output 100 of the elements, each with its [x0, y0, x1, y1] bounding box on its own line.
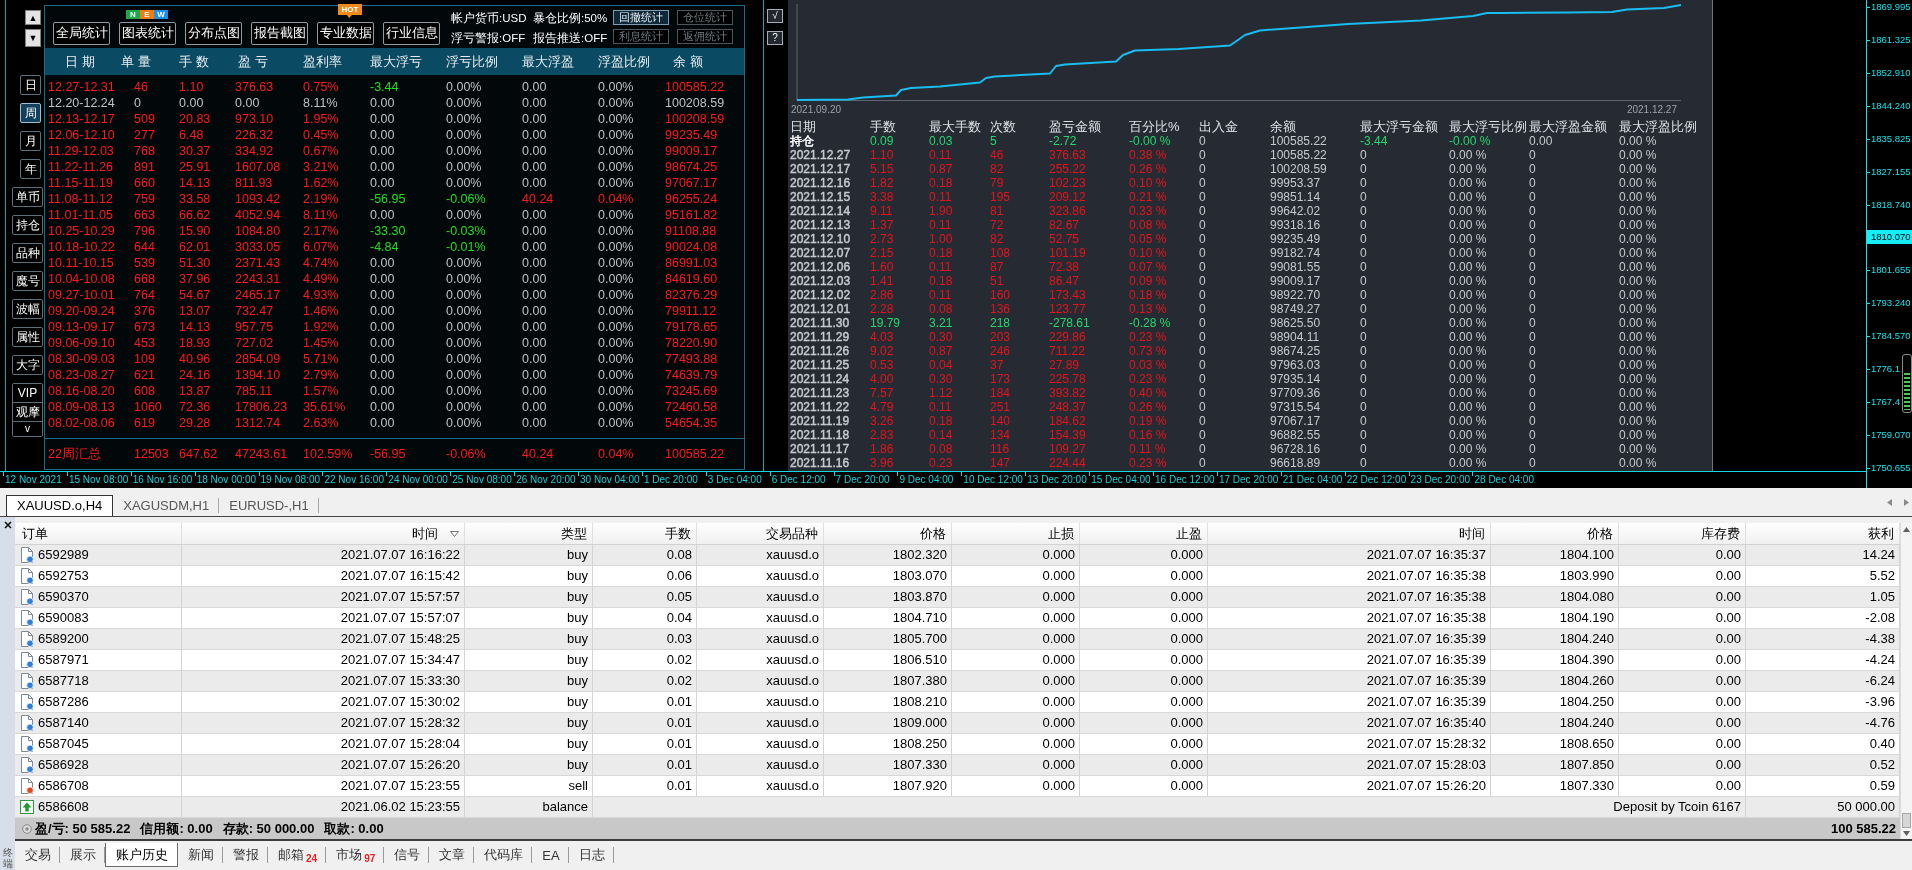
table-cell-text: 0: [1360, 358, 1368, 372]
tool-button[interactable]: ?: [767, 31, 783, 45]
table-cell-text: 0.00%: [598, 207, 635, 223]
period-button[interactable]: 年: [20, 159, 41, 179]
table-cell-text: 0.00 %: [1449, 190, 1488, 204]
table-cell-text: 18.93: [179, 335, 212, 351]
tool-button[interactable]: √: [767, 9, 783, 23]
period-button[interactable]: 日: [20, 75, 41, 95]
period-button[interactable]: 月: [20, 131, 41, 151]
side-button[interactable]: 单币: [12, 187, 43, 207]
table-cell: 1804.250: [1491, 692, 1619, 712]
table-cell-text: 4.03: [870, 330, 895, 344]
table-cell: 0.000: [952, 566, 1080, 586]
toolbar-button[interactable]: 报告截图: [251, 22, 308, 45]
side-button[interactable]: 大字: [12, 355, 43, 375]
table-cell-text: 1.12: [929, 386, 954, 400]
chart-tab[interactable]: XAUUSD.o,H4: [6, 495, 114, 516]
table-cell-text: -4.84: [370, 239, 400, 255]
column-header[interactable]: 价格: [824, 523, 952, 544]
table-cell-text: 0.00 %: [1619, 176, 1658, 190]
table-cell-text: 99009.17: [1270, 274, 1322, 288]
table-cell-text: 108: [990, 246, 1012, 260]
total-cell-text: 22周汇总: [48, 446, 102, 462]
table-cell-text: 0.00: [235, 95, 261, 111]
side-button[interactable]: 观摩: [13, 403, 42, 422]
column-header[interactable]: 时间: [1208, 523, 1491, 544]
table-cell: Deposit by Tcoin 6167: [593, 797, 1746, 817]
table-cell-text: 0: [1360, 344, 1368, 358]
table-cell-text: 0.08: [929, 442, 954, 456]
scroll-button[interactable]: ▲: [25, 10, 41, 25]
table-row[interactable]: 6589200 2021.07.07 15:48:25 buy 0.03 xauusd.o 1805.700 0.000 0.000 2021.07.07 16:35:39 1804.240 0.00 -4.38: [15, 629, 1900, 650]
column-header[interactable]: 止盈: [1080, 523, 1208, 544]
table-cell-text: 0.00: [522, 95, 548, 111]
table-cell-text: 0.00%: [598, 367, 635, 383]
scroll-left-icon[interactable]: [1887, 498, 1892, 506]
toolbar-button[interactable]: 专业数据: [317, 22, 374, 45]
table-row[interactable]: 6592753 2021.07.07 16:15:42 buy 0.06 xauusd.o 1803.070 0.000 0.000 2021.07.07 16:35:38 1803.990 0.00 5.52: [15, 566, 1900, 587]
column-header[interactable]: 时间: [182, 523, 465, 544]
column-header[interactable]: 交易品种: [697, 523, 824, 544]
column-header[interactable]: 手数: [593, 523, 697, 544]
scroll-button[interactable]: ▼: [25, 29, 41, 47]
column-header[interactable]: 止损: [952, 523, 1080, 544]
toolbar-button[interactable]: 图表统计: [119, 22, 176, 45]
side-button[interactable]: 波幅: [12, 299, 43, 319]
table-cell-text: 2.73: [870, 232, 895, 246]
table-row[interactable]: 6586928 2021.07.07 15:26:20 buy 0.01 xauusd.o 1807.330 0.000 0.000 2021.07.07 15:28:03 1807.850 0.00 0.52: [15, 755, 1900, 776]
column-header[interactable]: 库存费: [1619, 523, 1746, 544]
toolbar-button[interactable]: 全局统计: [53, 22, 110, 45]
table-cell: 0.03: [593, 629, 697, 649]
table-cell-text: 0.00%: [446, 175, 483, 191]
side-button[interactable]: 持仓: [12, 215, 43, 235]
table-cell-text: 25.91: [179, 159, 212, 175]
period-button[interactable]: 周: [20, 103, 41, 123]
down-arrow-icon[interactable]: [1903, 831, 1910, 836]
table-cell-text: 6587045: [38, 735, 89, 753]
table-row[interactable]: 6590370 2021.07.07 15:57:57 buy 0.05 xauusd.o 1803.870 0.000 0.000 2021.07.07 16:35:38 1804.080 0.00 1.05: [15, 587, 1900, 608]
table-row[interactable]: 6587286 2021.07.07 15:30:02 buy 0.01 xauusd.o 1808.210 0.000 0.000 2021.07.07 16:35:39 1804.250 0.00 -3.96: [15, 692, 1900, 713]
column-header[interactable]: 订单: [15, 523, 182, 544]
table-cell: 0.000: [952, 755, 1080, 775]
table-row[interactable]: 6590083 2021.07.07 15:57:07 buy 0.04 xauusd.o 1804.710 0.000 0.000 2021.07.07 16:35:38 1804.190 0.00 -2.08: [15, 608, 1900, 629]
table-cell-text: 0: [1360, 246, 1368, 260]
vertical-scrollbar[interactable]: [1900, 523, 1912, 839]
table-row[interactable]: 6587045 2021.07.07 15:28:04 buy 0.01 xauusd.o 1808.250 0.000 0.000 2021.07.07 15:28:32 1808.650 0.00 0.40: [15, 734, 1900, 755]
table-cell-text: 0: [1529, 176, 1537, 190]
table-cell: 0.00: [1619, 587, 1746, 607]
table-cell-text: 0.00 %: [1619, 456, 1658, 470]
scroll-right-icon[interactable]: [1904, 498, 1909, 506]
table-row[interactable]: 6587718 2021.07.07 15:33:30 buy 0.02 xauusd.o 1807.380 0.000 0.000 2021.07.07 16:35:39 1804.260 0.00 -6.24: [15, 671, 1900, 692]
table-row[interactable]: 6587140 2021.07.07 15:28:32 buy 0.01 xauusd.o 1809.000 0.000 0.000 2021.07.07 16:35:40 1804.240 0.00 -4.76: [15, 713, 1900, 734]
table-cell-text: 1394.10: [235, 367, 282, 383]
scrollbar-thumb[interactable]: [1902, 813, 1911, 828]
table-row[interactable]: 6586608 2021.06.02 15:23:55 balance Deposit by Tcoin 6167 50 000.00: [15, 797, 1900, 818]
table-cell: 1804.710: [824, 608, 952, 628]
table-cell-text: 46: [990, 148, 1005, 162]
table-cell-text: 2021.12.01: [790, 302, 852, 316]
column-header[interactable]: 类型: [465, 523, 593, 544]
table-cell-text: 20.83: [179, 111, 212, 127]
table-cell-text: 33.58: [179, 191, 212, 207]
table-row[interactable]: 6587971 2021.07.07 15:34:47 buy 0.02 xauusd.o 1806.510 0.000 0.000 2021.07.07 16:35:39 1804.390 0.00 -4.24: [15, 650, 1900, 671]
table-cell-text: 10.11-10.15: [48, 255, 115, 271]
table-cell-text: 0.00 %: [1449, 316, 1488, 330]
side-button[interactable]: 属性: [12, 327, 43, 347]
table-cell-text: 0.00%: [446, 303, 483, 319]
toolbar-button[interactable]: 分布点图: [185, 22, 242, 45]
close-icon[interactable]: [3, 521, 12, 529]
table-row[interactable]: 6586708 2021.07.07 15:23:55 sell 0.01 xauusd.o 1807.920 0.000 0.000 2021.07.07 15:26:20 1807.330 0.00 0.59: [15, 776, 1900, 797]
side-button[interactable]: 品种: [12, 243, 43, 263]
table-cell-text: 0.00: [370, 351, 396, 367]
side-button[interactable]: 魔号: [12, 271, 43, 291]
table-cell-text: 0.00: [370, 383, 396, 399]
terminal-tab[interactable]: 账户历史: [105, 843, 178, 867]
column-header[interactable]: 价格: [1491, 523, 1619, 544]
table-cell: buy: [465, 587, 593, 607]
side-button[interactable]: VIP: [13, 384, 42, 403]
stat-button[interactable]: 回撤统计: [613, 10, 669, 25]
up-arrow-icon[interactable]: [1903, 527, 1910, 532]
toolbar-button[interactable]: 行业信息: [383, 22, 440, 45]
sort-icon[interactable]: [450, 530, 459, 537]
table-cell-text: 100208.59: [1270, 162, 1328, 176]
table-row[interactable]: 6592989 2021.07.07 16:16:22 buy 0.08 xauusd.o 1802.320 0.000 0.000 2021.07.07 16:35:37 1804.100 0.00 14.24: [15, 545, 1900, 566]
